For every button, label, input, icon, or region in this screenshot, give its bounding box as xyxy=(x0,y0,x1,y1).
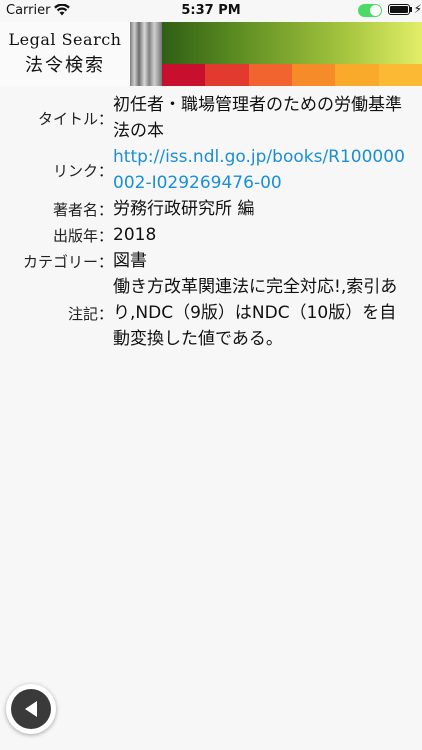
detail-row-year: 出版年 ： 2018 xyxy=(0,222,422,248)
detail-row-title: タイトル ： 初任者・職場管理者のための労働基準法の本 xyxy=(0,92,422,144)
category-label: カテゴリー xyxy=(22,252,98,271)
link-label: リンク xyxy=(52,161,98,180)
title-value: 初任者・職場管理者のための労働基準法の本 xyxy=(113,95,402,141)
detail-row-category: カテゴリー ： 図書 xyxy=(0,248,422,274)
link-colon: ： xyxy=(98,161,114,180)
back-button[interactable] xyxy=(6,684,56,734)
category-colon: ： xyxy=(98,252,114,271)
book-detail-list: タイトル ： 初任者・職場管理者のための労働基準法の本 リンク ： http:/… xyxy=(0,92,422,352)
note-label: 注記 xyxy=(67,304,98,323)
back-arrow-icon xyxy=(25,701,37,717)
toggle-icon xyxy=(358,4,382,17)
author-value: 労務行政研究所 編 xyxy=(113,199,255,219)
app-header-banner: Legal Search 法令検索 xyxy=(0,22,422,86)
detail-row-note: 注記 ： 働き方改革関連法に完全対応!,索引あり,NDC（9版）はNDC（10版… xyxy=(0,274,422,352)
header-stripe xyxy=(248,64,292,86)
category-value: 図書 xyxy=(113,251,147,271)
battery-icon xyxy=(388,4,410,15)
author-label: 著者名 xyxy=(52,200,98,219)
color-stripes xyxy=(162,64,422,86)
logo-japanese-text: 法令検索 xyxy=(25,55,105,76)
year-colon: ： xyxy=(98,226,114,245)
detail-row-link: リンク ： http://iss.ndl.go.jp/books/R100000… xyxy=(0,144,422,196)
header-stripe xyxy=(378,64,422,86)
back-button-circle xyxy=(11,689,51,729)
books-decoration xyxy=(130,22,162,86)
status-bar: Carrier 5:37 PM ⚡ xyxy=(0,0,422,22)
title-colon: ： xyxy=(98,109,114,128)
app-logo: Legal Search 法令検索 xyxy=(0,22,130,86)
book-url-link[interactable]: http://iss.ndl.go.jp/books/R100000002-I0… xyxy=(113,144,413,196)
detail-row-author: 著者名 ： 労務行政研究所 編 xyxy=(0,196,422,222)
battery-tip xyxy=(410,7,412,12)
header-gradient xyxy=(162,22,422,64)
year-label: 出版年 xyxy=(52,226,98,245)
header-stripe xyxy=(291,64,336,86)
year-value: 2018 xyxy=(113,225,157,245)
note-colon: ： xyxy=(98,304,114,323)
header-stripe xyxy=(162,64,206,86)
note-value: 働き方改革関連法に完全対応!,索引あり,NDC（9版）はNDC（10版）を自動変… xyxy=(113,277,398,349)
logo-english-text: Legal Search xyxy=(8,30,122,49)
header-stripe xyxy=(335,64,379,86)
charging-bolt-icon: ⚡ xyxy=(413,2,422,16)
title-label: タイトル xyxy=(37,109,98,128)
header-stripe xyxy=(205,64,249,86)
author-colon: ： xyxy=(98,200,114,219)
